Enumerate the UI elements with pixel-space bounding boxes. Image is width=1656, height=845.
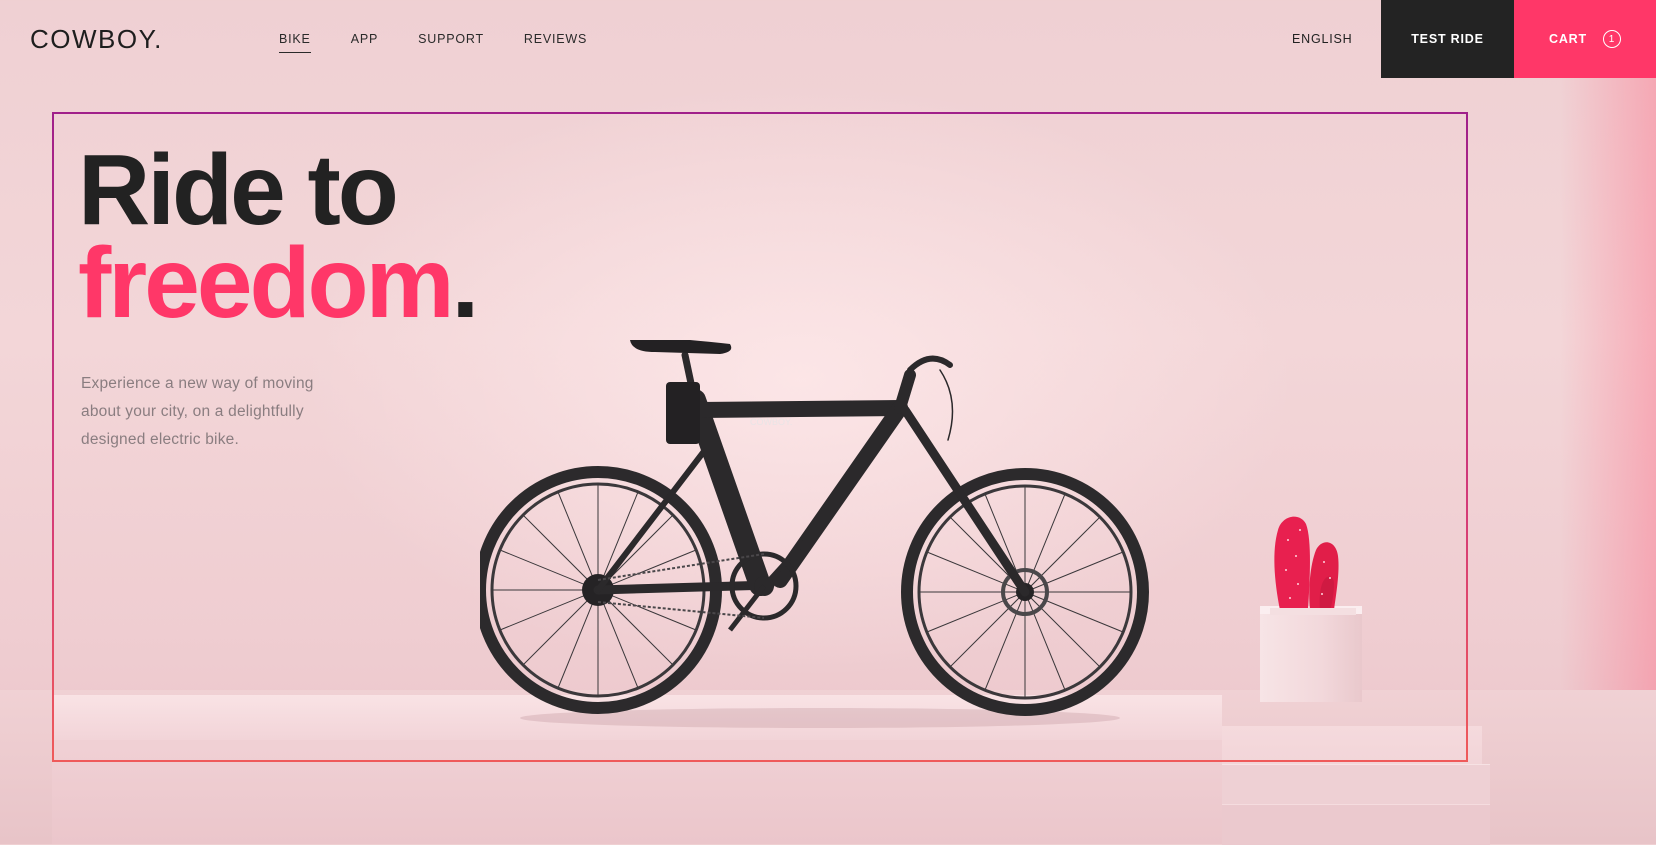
platform-step — [1222, 764, 1490, 809]
test-ride-label: TEST RIDE — [1411, 32, 1484, 46]
logo-text: COWBOY — [30, 24, 155, 54]
cart-label: CART — [1549, 32, 1587, 46]
hero-title-dot: . — [451, 227, 480, 339]
hero-description: Experience a new way of moving about you… — [81, 375, 314, 448]
cart-button[interactable]: CART 1 — [1514, 0, 1656, 78]
language-selector[interactable]: ENGLISH — [1292, 32, 1352, 46]
bike-image: COWBOY. — [480, 340, 1149, 728]
nav-item-app[interactable]: APP — [351, 32, 378, 53]
nav-item-reviews[interactable]: REVIEWS — [524, 32, 587, 53]
cactus-image — [1270, 516, 1356, 615]
cart-count-badge: 1 — [1602, 30, 1621, 48]
logo-dot: . — [154, 24, 163, 54]
hero-title-accent: freedom — [78, 227, 455, 339]
nav-item-support[interactable]: SUPPORT — [418, 32, 484, 53]
main-nav: BIKE APP SUPPORT REVIEWS — [279, 32, 627, 53]
bike-frame-brand: COWBOY. — [750, 417, 792, 427]
cactus-pedestal — [1260, 612, 1362, 702]
hero-title-line1: Ride to — [78, 134, 399, 246]
site-header: COWBOY. BIKE APP SUPPORT REVIEWS ENGLISH… — [0, 0, 1656, 78]
nav-item-bike[interactable]: BIKE — [279, 32, 311, 53]
test-ride-button[interactable]: TEST RIDE — [1381, 0, 1514, 78]
hero-title-line2: freedom. — [78, 233, 479, 333]
platform-step — [1222, 804, 1490, 845]
cowboy-logo[interactable]: COWBOY. — [30, 24, 163, 55]
